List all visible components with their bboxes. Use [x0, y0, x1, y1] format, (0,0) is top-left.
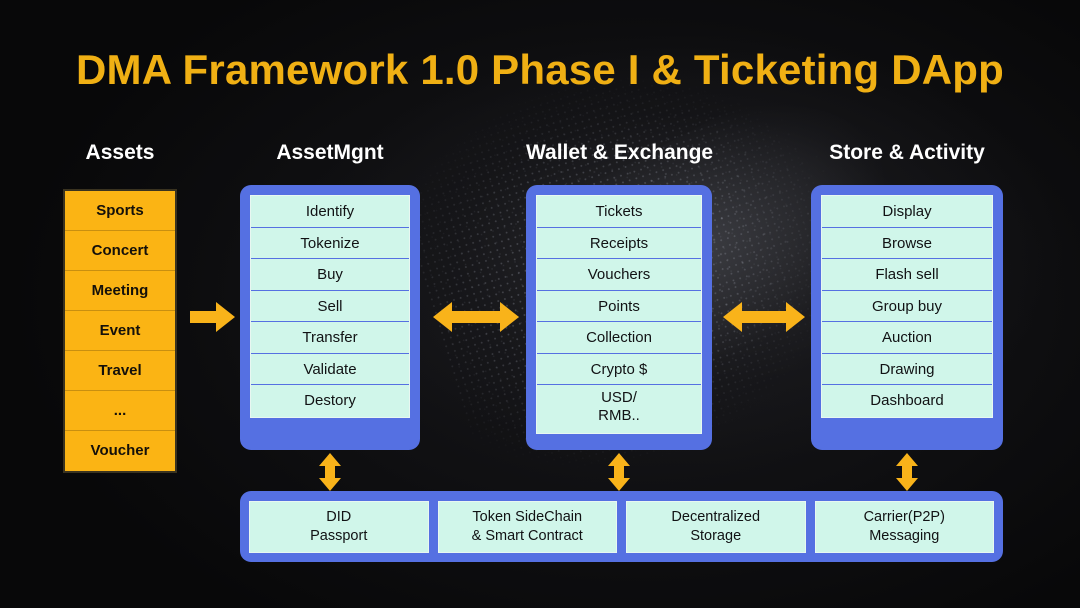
wallet-panel: Tickets Receipts Vouchers Points Collect… [526, 185, 712, 450]
asset-item[interactable]: Travel [65, 351, 175, 391]
store-item[interactable]: Browse [822, 227, 992, 259]
column-header-assets: Assets [85, 141, 155, 164]
asset-item[interactable]: Concert [65, 231, 175, 271]
wallet-item[interactable]: Points [537, 290, 701, 322]
store-panel: Display Browse Flash sell Group buy Auct… [811, 185, 1003, 450]
infrastructure-item[interactable]: Token SideChain & Smart Contract [437, 500, 617, 553]
infrastructure-item[interactable]: Carrier(P2P) Messaging [814, 500, 994, 553]
assetmgnt-item[interactable]: Transfer [251, 322, 409, 354]
infrastructure-item[interactable]: Decentralized Storage [626, 500, 806, 553]
asset-item[interactable]: Meeting [65, 271, 175, 311]
asset-item[interactable]: Sports [65, 191, 175, 231]
infrastructure-item-line2: Passport [310, 527, 368, 544]
store-panel-inner: Display Browse Flash sell Group buy Auct… [821, 195, 993, 418]
store-item[interactable]: Dashboard [822, 385, 992, 417]
arrow-left-right-icon [722, 300, 806, 334]
arrow-up-down-icon [894, 452, 920, 492]
column-header-store: Store & Activity [829, 141, 985, 164]
store-item[interactable]: Group buy [822, 290, 992, 322]
wallet-item[interactable]: Tickets [537, 196, 701, 228]
infrastructure-item-line2: Messaging [869, 527, 940, 544]
assetmgnt-panel: Identify Tokenize Buy Sell Transfer Vali… [240, 185, 420, 450]
asset-item[interactable]: Voucher [65, 431, 175, 471]
assets-column: Sports Concert Meeting Event Travel ... … [63, 189, 177, 473]
wallet-item[interactable]: Receipts [537, 227, 701, 259]
asset-item[interactable]: Event [65, 311, 175, 351]
wallet-item[interactable]: Crypto $ [537, 353, 701, 385]
assetmgnt-item[interactable]: Tokenize [251, 227, 409, 259]
infrastructure-item-line2: & Smart Contract [471, 527, 583, 544]
infrastructure-item-line1: DID [326, 508, 352, 525]
store-item[interactable]: Display [822, 196, 992, 228]
assetmgnt-item[interactable]: Identify [251, 196, 409, 228]
assetmgnt-item[interactable]: Buy [251, 259, 409, 291]
assetmgnt-item[interactable]: Sell [251, 290, 409, 322]
arrow-up-down-icon [606, 452, 632, 492]
store-item[interactable]: Drawing [822, 353, 992, 385]
infrastructure-item-line1: Carrier(P2P) [863, 508, 945, 525]
assetmgnt-panel-inner: Identify Tokenize Buy Sell Transfer Vali… [250, 195, 410, 418]
arrow-right-icon [190, 300, 236, 334]
infrastructure-bar: DID Passport Token SideChain & Smart Con… [240, 491, 1003, 562]
arrow-left-right-icon [432, 300, 520, 334]
wallet-item[interactable]: Collection [537, 322, 701, 354]
asset-item[interactable]: ... [65, 391, 175, 431]
wallet-panel-inner: Tickets Receipts Vouchers Points Collect… [536, 195, 702, 434]
store-item[interactable]: Auction [822, 322, 992, 354]
wallet-item[interactable]: USD/RMB.. [537, 385, 701, 433]
page-title: DMA Framework 1.0 Phase I & Ticketing DA… [76, 46, 1004, 93]
assetmgnt-item[interactable]: Validate [251, 353, 409, 385]
wallet-item[interactable]: Vouchers [537, 259, 701, 291]
infrastructure-item-line1: Decentralized [671, 508, 761, 525]
infrastructure-item-line1: Token SideChain [472, 508, 583, 525]
column-header-assetmgnt: AssetMgnt [276, 141, 384, 164]
infrastructure-item[interactable]: DID Passport [249, 500, 429, 553]
store-item[interactable]: Flash sell [822, 259, 992, 291]
column-header-wallet: Wallet & Exchange [526, 141, 714, 164]
slide-canvas: DMA Framework 1.0 Phase I & Ticketing DA… [0, 0, 1080, 608]
assetmgnt-item[interactable]: Destory [251, 385, 409, 417]
arrow-up-down-icon [317, 452, 343, 492]
infrastructure-item-line2: Storage [690, 527, 742, 544]
